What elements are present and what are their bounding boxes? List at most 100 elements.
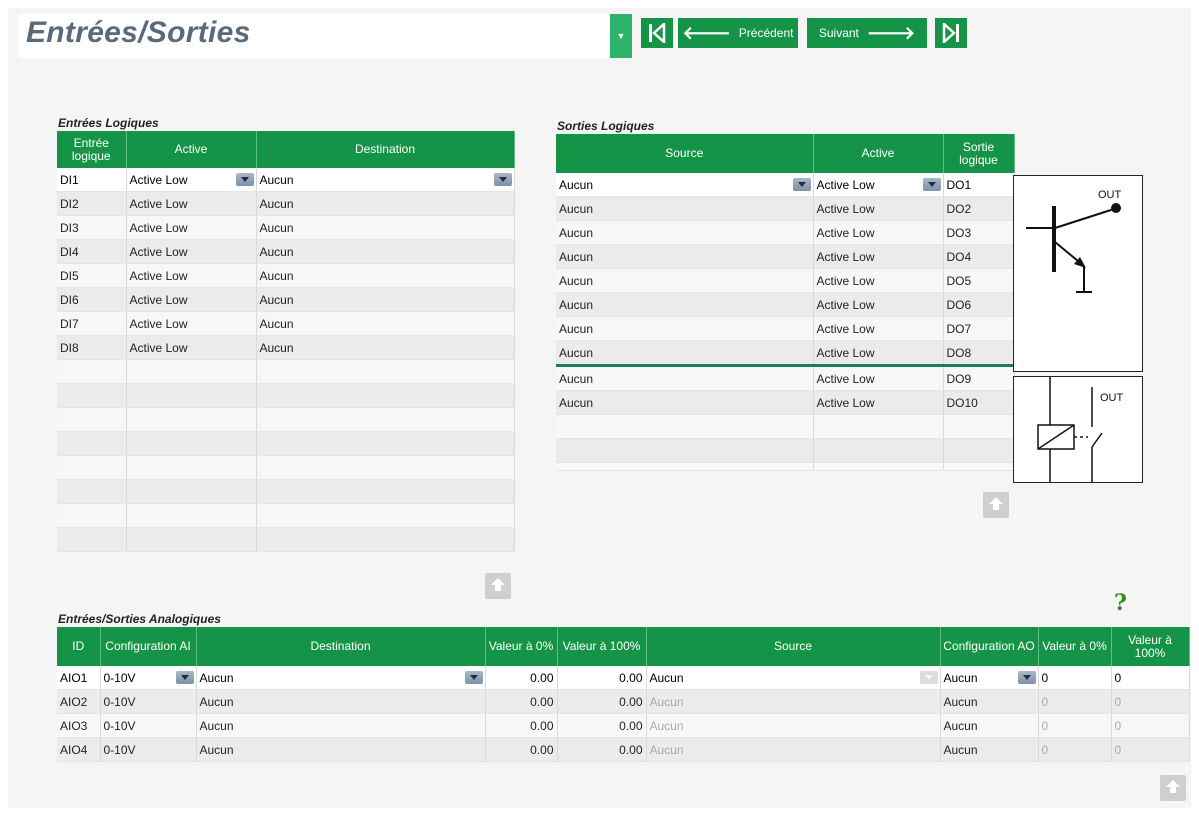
- destination-cell[interactable]: Aucun: [256, 215, 515, 240]
- active-cell[interactable]: Active Low: [813, 316, 944, 341]
- previous-button[interactable]: 🡐 Précédent: [678, 18, 798, 48]
- active-cell[interactable]: Active Low: [813, 220, 944, 245]
- last-page-button[interactable]: [935, 18, 967, 48]
- table-row[interactable]: Aucun Active Low DO5: [556, 268, 1015, 293]
- dropdown-arrow-icon[interactable]: [919, 671, 938, 684]
- source-cell[interactable]: Aucun: [646, 689, 941, 714]
- table-row[interactable]: Aucun Active Low DO1: [556, 173, 1015, 197]
- table-row[interactable]: Aucun Active Low DO9: [556, 365, 1015, 391]
- active-cell[interactable]: Active Low: [813, 268, 944, 293]
- source-cell[interactable]: Aucun: [556, 292, 814, 317]
- table-row[interactable]: Aucun Active Low DO2: [556, 196, 1015, 221]
- destination-cell[interactable]: Aucun: [256, 287, 515, 312]
- table-row[interactable]: DI1 Active Low Aucun: [57, 168, 515, 192]
- ao-value-100-cell[interactable]: 0: [1111, 737, 1190, 762]
- source-select[interactable]: Aucun: [646, 666, 941, 690]
- ai-value-100-cell[interactable]: 0.00: [557, 689, 647, 714]
- destination-select[interactable]: Aucun: [196, 666, 486, 690]
- source-cell[interactable]: Aucun: [556, 316, 814, 341]
- ai-value-100-input[interactable]: 0.00: [557, 666, 647, 690]
- active-cell[interactable]: Active Low: [813, 244, 944, 269]
- active-cell[interactable]: Active Low: [126, 335, 257, 360]
- destination-cell[interactable]: Aucun: [196, 737, 486, 762]
- page-select-dropdown[interactable]: ▼: [610, 14, 632, 58]
- active-cell[interactable]: Active Low: [126, 263, 257, 288]
- digital-inputs-upload-button[interactable]: [485, 573, 511, 599]
- table-row[interactable]: Aucun Active Low DO8: [556, 340, 1015, 366]
- active-cell[interactable]: Active Low: [126, 191, 257, 216]
- destination-cell[interactable]: Aucun: [256, 335, 515, 360]
- dropdown-arrow-icon[interactable]: [235, 173, 254, 186]
- table-row[interactable]: Aucun Active Low DO3: [556, 220, 1015, 245]
- table-row[interactable]: Aucun Active Low DO4: [556, 244, 1015, 269]
- table-row[interactable]: DI8 Active Low Aucun: [57, 335, 515, 360]
- help-icon[interactable]: ?: [1114, 590, 1127, 616]
- active-cell[interactable]: Active Low: [126, 239, 257, 264]
- dropdown-arrow-icon[interactable]: [493, 173, 512, 186]
- table-row[interactable]: DI2 Active Low Aucun: [57, 191, 515, 216]
- table-row[interactable]: AIO4 0-10V Aucun 0.00 0.00 Aucun Aucun 0…: [57, 737, 1190, 762]
- ao-value-0-cell[interactable]: 0: [1038, 713, 1112, 738]
- source-cell[interactable]: Aucun: [646, 737, 941, 762]
- destination-cell[interactable]: Aucun: [196, 713, 486, 738]
- source-select[interactable]: Aucun: [556, 173, 814, 197]
- ao-config-cell[interactable]: Aucun: [940, 737, 1039, 762]
- source-cell[interactable]: Aucun: [556, 268, 814, 293]
- active-cell[interactable]: Active Low: [813, 196, 944, 221]
- source-cell[interactable]: Aucun: [556, 244, 814, 269]
- ao-value-0-cell[interactable]: 0: [1038, 689, 1112, 714]
- source-cell[interactable]: Aucun: [556, 390, 814, 415]
- ai-value-0-cell[interactable]: 0.00: [485, 689, 558, 714]
- ai-config-cell[interactable]: 0-10V: [100, 713, 197, 738]
- source-cell[interactable]: Aucun: [556, 196, 814, 221]
- ai-config-cell[interactable]: 0-10V: [100, 737, 197, 762]
- destination-cell[interactable]: Aucun: [256, 263, 515, 288]
- active-cell[interactable]: Active Low: [813, 292, 944, 317]
- ai-value-100-cell[interactable]: 0.00: [557, 737, 647, 762]
- destination-select[interactable]: Aucun: [256, 168, 515, 192]
- ao-config-select[interactable]: Aucun: [940, 666, 1039, 690]
- source-cell[interactable]: Aucun: [556, 365, 814, 391]
- dropdown-arrow-icon[interactable]: [1017, 671, 1036, 684]
- digital-outputs-upload-button[interactable]: [983, 492, 1009, 518]
- table-row[interactable]: DI3 Active Low Aucun: [57, 215, 515, 240]
- dropdown-arrow-icon[interactable]: [175, 671, 194, 684]
- ai-config-select[interactable]: 0-10V: [100, 666, 197, 690]
- ao-value-100-input[interactable]: 0: [1111, 666, 1190, 690]
- destination-cell[interactable]: Aucun: [256, 239, 515, 264]
- table-row[interactable]: AIO1 0-10V Aucun 0.00 0.00 Aucun Aucun 0…: [57, 666, 1190, 690]
- active-select[interactable]: Active Low: [813, 173, 944, 197]
- table-row[interactable]: Aucun Active Low DO6: [556, 292, 1015, 317]
- ao-config-cell[interactable]: Aucun: [940, 689, 1039, 714]
- dropdown-arrow-icon[interactable]: [464, 671, 483, 684]
- table-row[interactable]: AIO2 0-10V Aucun 0.00 0.00 Aucun Aucun 0…: [57, 689, 1190, 714]
- ao-value-100-cell[interactable]: 0: [1111, 713, 1190, 738]
- ao-value-0-input[interactable]: 0: [1038, 666, 1112, 690]
- destination-cell[interactable]: Aucun: [256, 191, 515, 216]
- first-page-button[interactable]: [641, 18, 673, 48]
- ao-config-cell[interactable]: Aucun: [940, 713, 1039, 738]
- table-row[interactable]: DI5 Active Low Aucun: [57, 263, 515, 288]
- ao-value-0-cell[interactable]: 0: [1038, 737, 1112, 762]
- table-row[interactable]: DI4 Active Low Aucun: [57, 239, 515, 264]
- table-row[interactable]: Aucun Active Low DO7: [556, 316, 1015, 341]
- ai-value-100-cell[interactable]: 0.00: [557, 713, 647, 738]
- table-row[interactable]: DI6 Active Low Aucun: [57, 287, 515, 312]
- active-cell[interactable]: Active Low: [126, 215, 257, 240]
- source-cell[interactable]: Aucun: [646, 713, 941, 738]
- dropdown-arrow-icon[interactable]: [922, 178, 941, 191]
- ai-config-cell[interactable]: 0-10V: [100, 689, 197, 714]
- active-cell[interactable]: Active Low: [813, 390, 944, 415]
- dropdown-arrow-icon[interactable]: [792, 178, 811, 191]
- source-cell[interactable]: Aucun: [556, 340, 814, 366]
- active-cell[interactable]: Active Low: [813, 340, 944, 366]
- ao-value-100-cell[interactable]: 0: [1111, 689, 1190, 714]
- active-cell[interactable]: Active Low: [126, 311, 257, 336]
- ai-value-0-cell[interactable]: 0.00: [485, 713, 558, 738]
- active-select[interactable]: Active Low: [126, 168, 257, 192]
- destination-cell[interactable]: Aucun: [196, 689, 486, 714]
- analog-io-upload-button[interactable]: [1160, 775, 1186, 801]
- ai-value-0-cell[interactable]: 0.00: [485, 737, 558, 762]
- table-row[interactable]: DI7 Active Low Aucun: [57, 311, 515, 336]
- ai-value-0-input[interactable]: 0.00: [485, 666, 558, 690]
